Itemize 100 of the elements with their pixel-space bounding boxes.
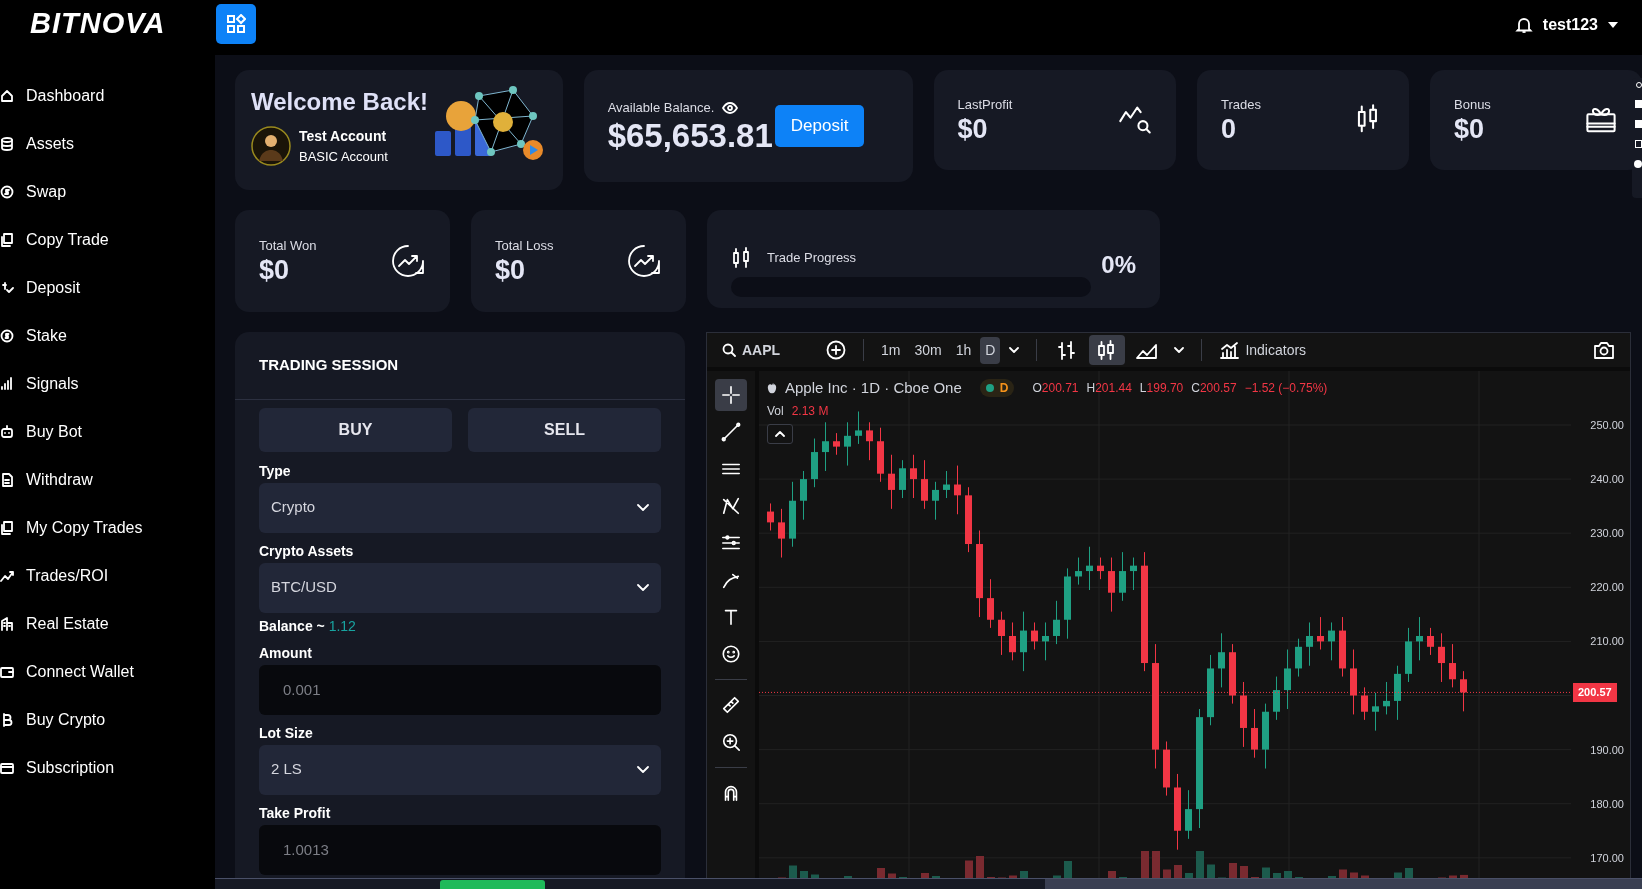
apps-button[interactable]	[216, 4, 256, 44]
total-label: Total Loss	[495, 237, 554, 256]
candle	[1383, 681, 1390, 715]
sidebar-item[interactable]: Trades/ROI	[0, 552, 215, 600]
price-axis-label: 180.00	[1590, 796, 1624, 812]
candle	[1361, 686, 1368, 721]
candle	[778, 508, 785, 559]
card-icon	[0, 761, 14, 775]
plus-icon	[826, 340, 846, 360]
dollar-check-icon	[0, 281, 14, 295]
candle	[932, 481, 939, 521]
bell-icon[interactable]	[1514, 16, 1533, 34]
candle	[1273, 676, 1280, 721]
candle	[1350, 649, 1357, 715]
select-field[interactable]: BTC/USD	[259, 562, 661, 613]
sidebar-item[interactable]: Signals	[0, 360, 215, 408]
candle	[921, 459, 928, 510]
candle	[987, 578, 994, 629]
stat-label: Bonus	[1454, 96, 1491, 115]
interval-button[interactable]: 30m	[909, 336, 947, 364]
volume-value: 2.13 M	[791, 402, 829, 420]
candle	[1427, 627, 1434, 656]
candle	[1306, 621, 1313, 667]
logo: BITNOVA	[29, 6, 167, 41]
interval-button[interactable]: 1h	[950, 336, 977, 364]
sidebar-item[interactable]: Deposit	[0, 264, 215, 312]
coin-icon	[0, 329, 14, 343]
field-label: Type	[259, 461, 292, 480]
chevron-icon	[775, 430, 785, 437]
field-label: Take Profit	[259, 803, 332, 822]
volume-label: Vol	[767, 402, 784, 420]
smiley-icon	[721, 643, 741, 665]
total-value: $0	[259, 255, 291, 286]
indicators-button[interactable]: Indicators	[1214, 336, 1312, 364]
drawing-tool-button[interactable]	[715, 379, 747, 411]
candle	[789, 481, 796, 548]
candle	[910, 454, 917, 499]
sidebar-item[interactable]: Connect Wallet	[0, 648, 215, 696]
floating-toolbar-drawing[interactable]	[1632, 78, 1642, 198]
select-field[interactable]: Crypto	[259, 482, 661, 533]
sidebar-item[interactable]: Dashboard	[0, 72, 215, 120]
input-field[interactable]: 1.0013	[259, 824, 661, 875]
candle	[833, 432, 840, 456]
search-icon	[722, 343, 736, 357]
candle	[1009, 621, 1016, 661]
section-title: TRADING SESSION	[235, 332, 685, 400]
candle	[888, 454, 895, 510]
balance-note: Balance ~ 1.12	[259, 616, 357, 635]
wallet-icon	[0, 665, 14, 679]
collapse-button[interactable]	[767, 423, 793, 444]
candle	[800, 470, 807, 521]
interval-button[interactable]: 1m	[876, 336, 906, 364]
candle	[1405, 627, 1412, 683]
caret-icon[interactable]	[1608, 22, 1618, 28]
sidebar-item[interactable]: Subscription	[0, 744, 215, 792]
sidebar-item[interactable]: My Copy Trades	[0, 504, 215, 552]
select-field[interactable]: 2 LS	[259, 744, 661, 795]
zoom-in-icon	[721, 731, 741, 753]
candle	[1328, 621, 1335, 661]
candle	[1240, 681, 1247, 748]
candle	[866, 421, 873, 461]
balance-label: Available Balance.	[607, 99, 715, 118]
sidebar-item[interactable]: Real Estate	[0, 600, 215, 648]
candle	[1163, 741, 1170, 797]
sidebar-item[interactable]: Swap	[0, 168, 215, 216]
price-axis-label: 170.00	[1590, 850, 1624, 866]
symbol-search[interactable]: AAPL	[717, 336, 817, 364]
candle	[1108, 557, 1115, 613]
trade-progress-label: Trade Progress	[767, 249, 857, 268]
eye-icon[interactable]	[722, 101, 739, 114]
grid-icon	[226, 14, 246, 34]
interval-button[interactable]: D	[980, 336, 1001, 364]
ohlc-value: H201.44	[1086, 380, 1132, 398]
sidebar-item[interactable]: Stake	[0, 312, 215, 360]
sidebar-item[interactable]: Assets	[0, 120, 215, 168]
candle	[1460, 670, 1467, 712]
welcome-title: Welcome Back!	[251, 87, 428, 117]
total-value: $0	[495, 255, 527, 286]
field-label: Amount	[259, 643, 313, 662]
deposit-button[interactable]: Deposit	[774, 105, 865, 147]
candle	[811, 438, 818, 488]
building-icon	[0, 617, 14, 631]
progress-reading: 0%	[1101, 251, 1136, 279]
camera-icon	[1593, 341, 1615, 359]
candle	[1119, 551, 1126, 602]
chevron-icon	[1009, 347, 1020, 353]
avatar-icon	[251, 126, 291, 167]
username[interactable]: test123	[1542, 13, 1598, 37]
sidebar-item[interactable]: Withdraw	[0, 456, 215, 504]
chart-type-button[interactable]	[1089, 335, 1126, 365]
home-icon	[0, 89, 14, 103]
sidebar-item[interactable]: Copy Trade	[0, 216, 215, 264]
trade-side-tab[interactable]: BUY	[259, 407, 452, 452]
candle	[1229, 643, 1236, 705]
candlestick-icon	[731, 247, 751, 269]
ohlc-value: C200.57	[1191, 380, 1237, 398]
sidebar-item[interactable]: Buy Bot	[0, 408, 215, 456]
trade-side-tab[interactable]: SELL	[468, 407, 661, 452]
input-field[interactable]: 0.001	[259, 664, 661, 715]
sidebar-item[interactable]: Buy Crypto	[0, 696, 215, 744]
